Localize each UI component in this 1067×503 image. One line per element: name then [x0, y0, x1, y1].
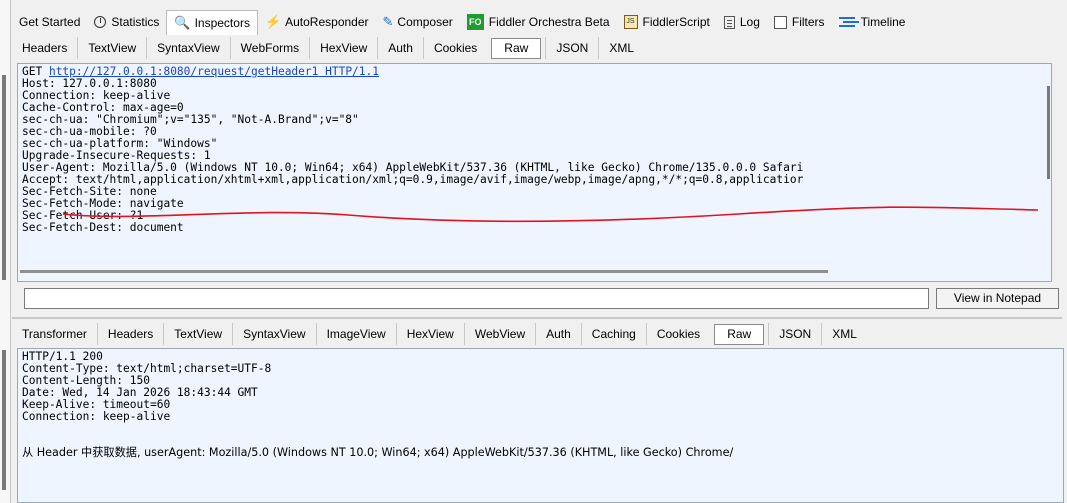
response-inspector-tabs: Transformer Headers TextView SyntaxView …: [12, 323, 867, 345]
tab-log[interactable]: Log: [717, 10, 767, 34]
request-quick-input[interactable]: [24, 288, 929, 309]
tab-get-started[interactable]: Get Started: [12, 10, 87, 34]
response-tab-caching[interactable]: Caching: [582, 323, 647, 345]
inspector-splitter[interactable]: [12, 317, 1062, 319]
response-tab-xml[interactable]: XML: [822, 323, 867, 345]
tab-label: AutoResponder: [285, 15, 369, 29]
response-tab-auth[interactable]: Auth: [536, 323, 582, 345]
tab-label: Filters: [791, 15, 825, 29]
request-tab-json[interactable]: JSON: [545, 37, 600, 59]
response-raw-pane[interactable]: HTTP/1.1 200 Content-Type: text/html;cha…: [17, 348, 1064, 503]
checkbox-icon: [773, 15, 787, 29]
response-tab-json[interactable]: JSON: [768, 323, 823, 345]
request-tab-webforms[interactable]: WebForms: [231, 37, 311, 59]
splitter-grip: [2, 350, 6, 490]
response-tab-syntaxview[interactable]: SyntaxView: [233, 323, 317, 345]
inspectors-icon: 🔍: [174, 15, 191, 30]
response-header-lines: HTTP/1.1 200 Content-Type: text/html;cha…: [22, 350, 272, 423]
view-in-notepad-button[interactable]: View in Notepad: [936, 288, 1059, 309]
request-inspector-tabs: Headers TextView SyntaxView WebForms Hex…: [12, 37, 645, 59]
splitter-grip: [2, 75, 6, 280]
tab-label: Statistics: [111, 15, 160, 29]
request-horizontal-scrollbar[interactable]: [20, 270, 828, 273]
tab-label: Timeline: [860, 15, 906, 29]
request-vertical-scrollbar[interactable]: [1047, 86, 1050, 179]
tab-label: Get Started: [19, 15, 81, 29]
composer-icon: ✎: [382, 14, 394, 29]
response-raw-text: HTTP/1.1 200 Content-Type: text/html;cha…: [18, 349, 1063, 461]
response-tab-imageview[interactable]: ImageView: [317, 323, 397, 345]
response-tab-raw[interactable]: Raw: [714, 323, 765, 345]
fo-icon: FO: [466, 14, 484, 30]
tab-statistics[interactable]: Statistics: [87, 10, 166, 34]
request-raw-pane[interactable]: GET http://127.0.0.1:8080/request/getHea…: [17, 63, 1052, 282]
request-tab-hexview[interactable]: HexView: [310, 37, 379, 59]
request-tab-syntaxview[interactable]: SyntaxView: [147, 37, 231, 59]
timeline-icon: [838, 14, 856, 30]
request-footer: View in Notepad: [24, 288, 1059, 311]
lightning-icon: ⚡: [264, 14, 282, 29]
tab-label: Inspectors: [194, 16, 250, 30]
tab-label: FiddlerScript: [642, 15, 710, 29]
request-tab-headers[interactable]: Headers: [12, 37, 79, 59]
tab-label: Fiddler Orchestra Beta: [488, 15, 610, 29]
request-tab-xml[interactable]: XML: [599, 37, 644, 59]
request-tab-raw[interactable]: Raw: [491, 37, 542, 59]
log-icon: [723, 15, 735, 29]
tab-fiddler-orchestra[interactable]: FO Fiddler Orchestra Beta: [460, 10, 617, 34]
tab-label: Log: [739, 15, 760, 29]
request-tab-textview[interactable]: TextView: [78, 37, 148, 59]
clock-icon: [94, 16, 107, 28]
response-body-text: 从 Header 中获取数据, userAgent: Mozilla/5.0 (…: [22, 446, 734, 459]
response-tab-headers[interactable]: Headers: [98, 323, 165, 345]
request-header-lines: Host: 127.0.0.1:8080 Connection: keep-al…: [22, 77, 804, 234]
tab-composer[interactable]: ✎ Composer: [376, 10, 460, 34]
tab-fiddlerscript[interactable]: JS FiddlerScript: [617, 10, 717, 34]
response-tab-webview[interactable]: WebView: [465, 323, 537, 345]
response-tab-hexview[interactable]: HexView: [397, 323, 465, 345]
tab-timeline[interactable]: Timeline: [832, 10, 913, 34]
response-tab-transformer[interactable]: Transformer: [12, 323, 98, 345]
tab-inspectors[interactable]: 🔍 Inspectors: [166, 10, 258, 35]
script-icon: JS: [623, 15, 638, 29]
request-tab-cookies[interactable]: Cookies: [424, 37, 487, 59]
request-protocol: HTTP/1.1: [318, 65, 379, 78]
main-tab-bar: Get Started Statistics 🔍 Inspectors ⚡ Auto…: [12, 10, 1067, 35]
response-tab-cookies[interactable]: Cookies: [647, 323, 710, 345]
request-tab-auth[interactable]: Auth: [378, 37, 424, 59]
request-raw-text: GET http://127.0.0.1:8080/request/getHea…: [18, 64, 1051, 236]
tab-label: Composer: [397, 15, 453, 29]
tab-autoresponder[interactable]: ⚡ AutoResponder: [258, 10, 376, 34]
response-tab-textview[interactable]: TextView: [164, 323, 234, 345]
left-splitter[interactable]: [0, 0, 11, 503]
tab-filters[interactable]: Filters: [767, 10, 832, 34]
